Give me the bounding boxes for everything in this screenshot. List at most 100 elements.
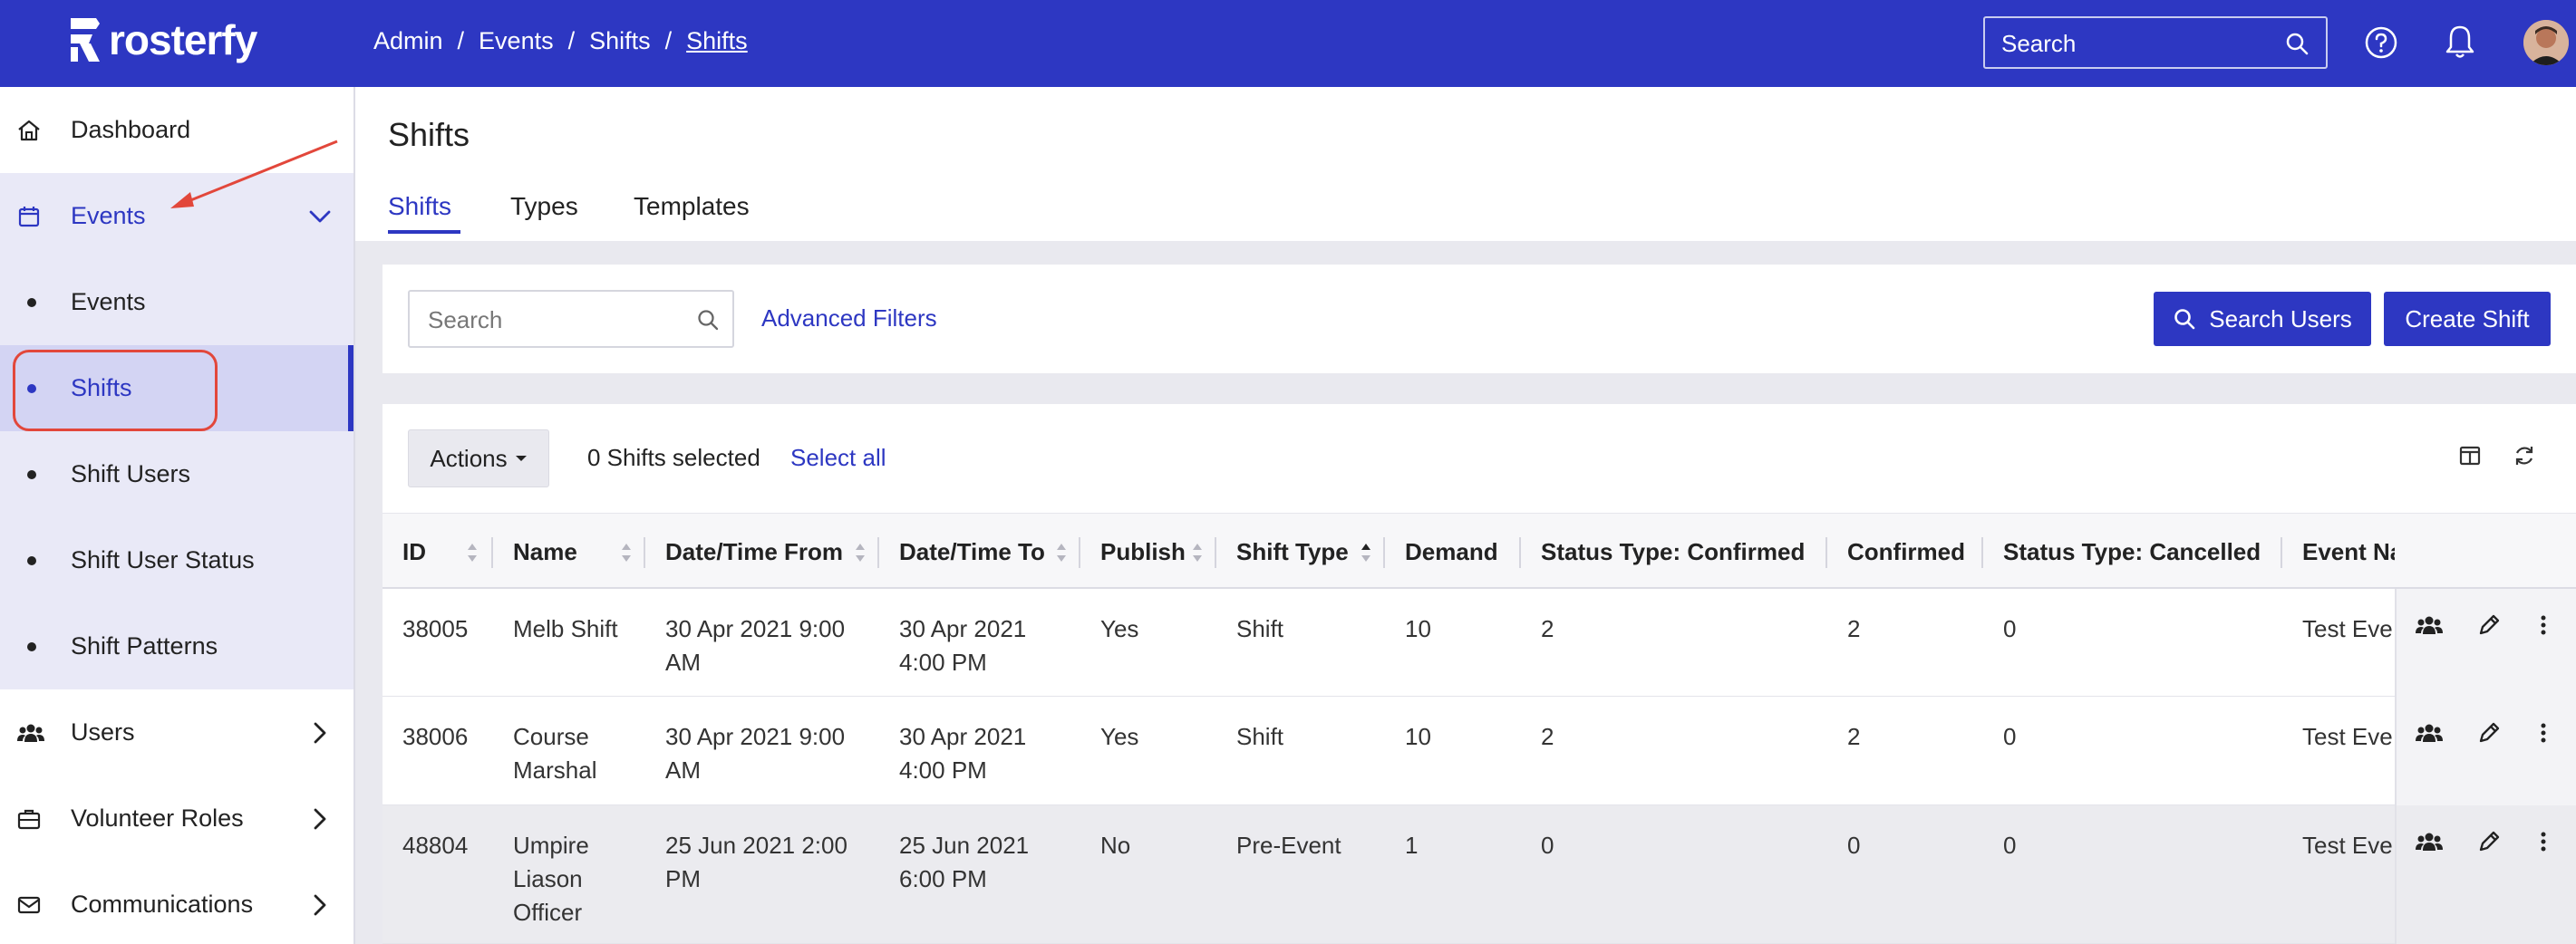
breadcrumb-admin[interactable]: Admin	[373, 27, 443, 55]
column-header-date-to[interactable]: Date/Time To	[899, 514, 1045, 590]
bullet-dot	[27, 555, 36, 565]
sidebar-item-volunteer-roles[interactable]: Volunteer Roles	[0, 775, 353, 862]
column-header-event-name[interactable]: Event Na	[2302, 514, 2395, 590]
sidebar-item-label: Events	[71, 288, 146, 315]
cell-confirmed: 2	[1847, 615, 1861, 642]
chevron-down-icon[interactable]	[306, 203, 334, 230]
sidebar-item-communications[interactable]: Communications	[0, 862, 353, 944]
chevron-right-icon[interactable]	[306, 805, 334, 833]
column-header-status-confirmed[interactable]: Status Type: Confirmed	[1541, 514, 1805, 590]
edit-pencil-icon[interactable]	[2476, 612, 2502, 638]
sort-icon[interactable]	[1055, 541, 1068, 564]
rosterfy-logo[interactable]: rosterfy	[69, 14, 257, 65]
column-divider	[1383, 537, 1385, 568]
more-options-icon[interactable]	[2538, 829, 2549, 854]
column-divider	[877, 537, 879, 568]
cell-event-name: Test Eve	[2302, 615, 2393, 642]
sidebar-subitem-shift-user-status[interactable]: Shift User Status	[0, 517, 353, 603]
cell-shift-type: Shift	[1236, 615, 1284, 642]
row-actions	[2395, 589, 2576, 697]
help-icon[interactable]	[2364, 25, 2398, 60]
cell-demand: 10	[1405, 615, 1431, 642]
search-users-button[interactable]: Search Users	[2154, 292, 2371, 346]
chevron-right-icon[interactable]	[306, 891, 334, 919]
columns-icon[interactable]	[2458, 444, 2482, 467]
column-header-confirmed[interactable]: Confirmed	[1847, 514, 1965, 590]
sidebar-item-label: Communications	[71, 891, 254, 918]
search-icon[interactable]	[696, 308, 720, 332]
column-header-date-from[interactable]: Date/Time From	[665, 514, 843, 590]
column-header-publish[interactable]: Publish	[1100, 514, 1186, 590]
tab-templates[interactable]: Templates	[634, 192, 750, 221]
table-row[interactable]: 48804 Umpire Liason Officer 25 Jun 2021 …	[383, 805, 2576, 944]
edit-pencil-icon[interactable]	[2476, 720, 2502, 746]
cell-event-name: Test Eve	[2302, 723, 2393, 750]
cell-status-cancelled: 0	[2003, 723, 2017, 750]
chevron-right-icon[interactable]	[306, 719, 334, 747]
column-header-shift-type[interactable]: Shift Type	[1236, 514, 1349, 590]
sidebar-item-events-group[interactable]: Events	[0, 173, 353, 259]
sidebar-subitem-events[interactable]: Events	[0, 259, 353, 345]
sidebar-item-dashboard[interactable]: Dashboard	[0, 87, 353, 173]
breadcrumb-separator: /	[457, 27, 465, 54]
manage-users-icon[interactable]	[2415, 612, 2444, 638]
sidebar-item-label: Shift Users	[71, 460, 191, 487]
cell-name[interactable]: Umpire Liason Officer	[513, 829, 640, 930]
cell-status-confirmed: 0	[1541, 832, 1554, 859]
tab-types[interactable]: Types	[510, 192, 578, 221]
sidebar-subitem-shift-patterns[interactable]: Shift Patterns	[0, 603, 353, 689]
advanced-filters-link[interactable]: Advanced Filters	[761, 304, 937, 332]
sort-ascending-icon[interactable]	[1360, 541, 1372, 564]
sort-icon[interactable]	[1191, 541, 1204, 564]
selected-count: 0 Shifts selected	[587, 444, 760, 471]
breadcrumb-shifts-current[interactable]: Shifts	[686, 27, 748, 55]
shifts-table-card: Actions 0 Shifts selected Select all ID …	[383, 404, 2576, 944]
table-row[interactable]: 38006 Course Marshal 30 Apr 2021 9:00 AM…	[383, 697, 2576, 805]
tab-shifts[interactable]: Shifts	[388, 192, 451, 221]
notification-bell-icon[interactable]	[2444, 24, 2476, 60]
page-title: Shifts	[388, 116, 470, 153]
cell-name[interactable]: Course Marshal	[513, 720, 640, 787]
shift-search-input[interactable]	[428, 304, 682, 335]
sort-icon[interactable]	[854, 541, 867, 564]
annotation-highlight-box	[13, 350, 218, 431]
table-row[interactable]: 38005 Melb Shift 30 Apr 2021 9:00 AM 30 …	[383, 589, 2576, 697]
active-indicator	[348, 345, 353, 431]
column-header-status-cancelled[interactable]: Status Type: Cancelled	[2003, 514, 2261, 590]
column-header-id[interactable]: ID	[402, 514, 426, 590]
breadcrumb: Admin / Events / Shifts / Shifts	[373, 27, 748, 55]
create-shift-button[interactable]: Create Shift	[2384, 292, 2551, 346]
breadcrumb-events[interactable]: Events	[479, 27, 554, 55]
cell-demand: 10	[1405, 723, 1431, 750]
global-search-input[interactable]	[2001, 27, 2273, 60]
cell-shift-type: Pre-Event	[1236, 832, 1341, 859]
edit-pencil-icon[interactable]	[2476, 829, 2502, 854]
more-options-icon[interactable]	[2538, 720, 2549, 746]
cell-name[interactable]: Melb Shift	[513, 612, 640, 646]
column-header-demand[interactable]: Demand	[1405, 514, 1498, 590]
cell-publish: Yes	[1100, 723, 1139, 750]
user-avatar[interactable]	[2523, 20, 2569, 65]
avatar-image-icon	[2523, 20, 2569, 65]
sort-icon[interactable]	[620, 541, 633, 564]
refresh-icon[interactable]	[2513, 444, 2536, 467]
column-header-name[interactable]: Name	[513, 514, 577, 590]
sidebar-subitem-shift-users[interactable]: Shift Users	[0, 431, 353, 517]
table-header: ID Name Date/Time From Date/Time To Publ…	[383, 513, 2576, 589]
search-icon[interactable]	[2284, 31, 2310, 56]
cell-date-from: 30 Apr 2021 9:00 AM	[665, 615, 846, 676]
sidebar-item-users[interactable]: Users	[0, 689, 353, 775]
column-divider	[1981, 537, 1983, 568]
actions-dropdown[interactable]: Actions	[408, 429, 549, 487]
manage-users-icon[interactable]	[2415, 829, 2444, 854]
cell-confirmed: 2	[1847, 723, 1861, 750]
calendar-icon	[18, 207, 40, 227]
column-divider	[491, 537, 493, 568]
breadcrumb-shifts[interactable]: Shifts	[589, 27, 651, 55]
manage-users-icon[interactable]	[2415, 720, 2444, 746]
more-options-icon[interactable]	[2538, 612, 2549, 638]
cell-date-from: 30 Apr 2021 9:00 AM	[665, 723, 846, 784]
shift-search	[408, 290, 734, 348]
select-all-link[interactable]: Select all	[790, 444, 886, 472]
sort-icon[interactable]	[466, 541, 479, 564]
